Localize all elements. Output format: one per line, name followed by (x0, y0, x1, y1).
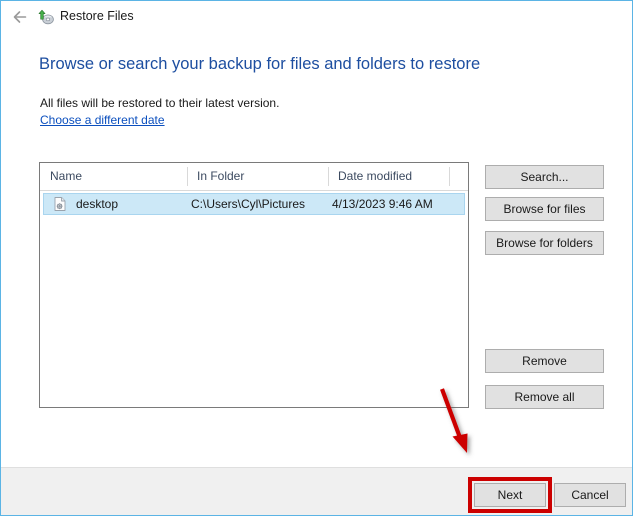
ini-file-icon (52, 196, 68, 212)
title-bar: Restore Files (1, 1, 632, 31)
restore-disk-icon (37, 7, 55, 25)
next-button[interactable]: Next (474, 483, 546, 507)
choose-different-date-link[interactable]: Choose a different date (40, 112, 165, 128)
restore-version-note: All files will be restored to their late… (40, 96, 280, 110)
column-header-in-folder[interactable]: In Folder (187, 163, 328, 190)
cell-in-folder: C:\Users\Cyl\Pictures (191, 197, 306, 211)
cell-file-name: desktop (76, 197, 119, 211)
selected-files-listbox[interactable]: Name In Folder Date modified desktop C:\… (39, 162, 469, 408)
column-header-date-modified[interactable]: Date modified (328, 163, 449, 190)
column-divider[interactable] (449, 167, 450, 186)
column-header-name[interactable]: Name (40, 163, 187, 190)
page-title: Browse or search your backup for files a… (39, 55, 481, 73)
cancel-button[interactable]: Cancel (554, 483, 626, 507)
back-arrow-icon (11, 8, 29, 26)
browse-for-files-button[interactable]: Browse for files (485, 197, 604, 221)
cell-date-modified: 4/13/2023 9:46 AM (332, 197, 433, 211)
window-title: Restore Files (60, 9, 134, 23)
browse-for-folders-button[interactable]: Browse for folders (485, 231, 604, 255)
back-button[interactable] (9, 6, 31, 28)
restore-files-window: Restore Files Browse or search your back… (0, 0, 633, 516)
remove-all-button[interactable]: Remove all (485, 385, 604, 409)
table-row[interactable]: desktop C:\Users\Cyl\Pictures 4/13/2023 … (43, 193, 465, 215)
remove-button[interactable]: Remove (485, 349, 604, 373)
search-button[interactable]: Search... (485, 165, 604, 189)
list-column-headers: Name In Folder Date modified (40, 163, 468, 191)
